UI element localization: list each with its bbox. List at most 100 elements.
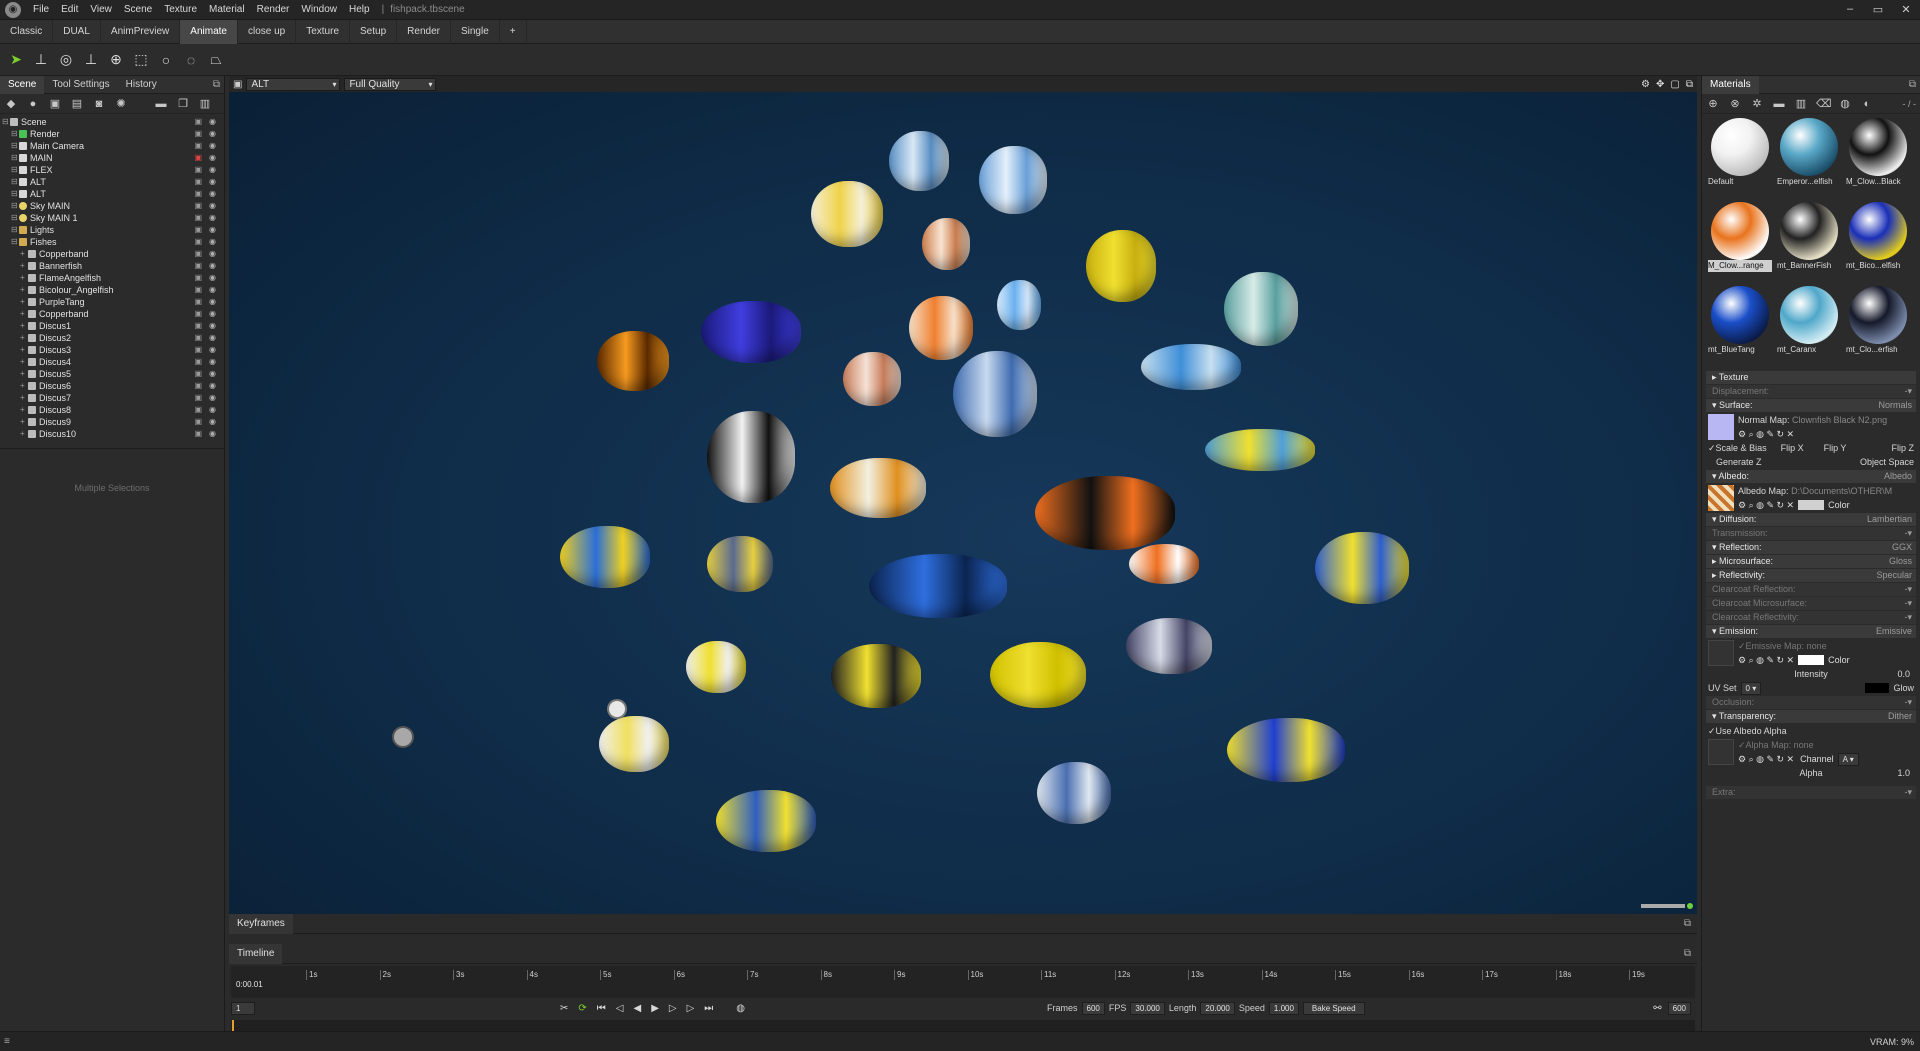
albedo-section[interactable]: ▾ Albedo: Albedo bbox=[1706, 470, 1916, 483]
lock-icon[interactable]: ▣ bbox=[194, 272, 202, 284]
viewport[interactable]: ▣ ALT Full Quality ⚙ ✥ ▢ ⧉ bbox=[229, 76, 1697, 914]
lock-icon[interactable]: ▣ bbox=[194, 128, 202, 140]
visibility-icon[interactable]: ◉ bbox=[209, 224, 216, 236]
fish-model[interactable] bbox=[597, 331, 669, 391]
fish-model[interactable] bbox=[843, 352, 901, 406]
expand-icon[interactable]: ⊟ bbox=[11, 224, 19, 236]
object-space-checkbox[interactable]: Object Space bbox=[1860, 455, 1914, 469]
lock-icon[interactable]: ▣ bbox=[194, 332, 202, 344]
fish-model[interactable] bbox=[707, 536, 773, 592]
fish-model[interactable] bbox=[707, 411, 795, 503]
viewport-slider[interactable] bbox=[1641, 904, 1685, 908]
next-key-icon[interactable]: ▷ bbox=[687, 1003, 695, 1014]
first-frame-icon[interactable]: ⏮ bbox=[597, 1003, 606, 1014]
speed-dial-icon[interactable]: ◍ bbox=[736, 1003, 745, 1014]
uv-set-dropdown[interactable]: 0 ▾ bbox=[1740, 681, 1762, 695]
visibility-icon[interactable]: ◉ bbox=[209, 116, 216, 128]
tree-item[interactable]: ⊟ ALT ▣ ◉ bbox=[0, 188, 224, 200]
lock-icon[interactable]: ▣ bbox=[194, 152, 202, 164]
menu-help[interactable]: Help bbox=[343, 4, 376, 15]
fish-model[interactable] bbox=[1035, 476, 1175, 550]
add-object-icon[interactable]: ◆ bbox=[4, 98, 18, 110]
material-thumbnail[interactable]: Emperor...elfish bbox=[1777, 118, 1841, 198]
lock-icon[interactable]: ▣ bbox=[194, 368, 202, 380]
emission-section[interactable]: ▾ Emission: Emissive bbox=[1706, 625, 1916, 638]
reflectivity-section[interactable]: ▸ Reflectivity: Specular bbox=[1706, 569, 1916, 582]
maximize-button[interactable]: ▭ bbox=[1864, 3, 1892, 16]
lock-icon[interactable]: ▣ bbox=[194, 164, 202, 176]
light-gizmo-icon[interactable] bbox=[609, 701, 625, 717]
tab-animpreview[interactable]: AnimPreview bbox=[101, 19, 181, 44]
channel-dropdown[interactable]: A ▾ bbox=[1837, 752, 1859, 766]
lock-icon[interactable]: ▣ bbox=[194, 404, 202, 416]
frames-field[interactable]: 600 bbox=[1081, 1001, 1105, 1015]
camera-dropdown[interactable]: ALT bbox=[246, 77, 341, 91]
folder-icon[interactable]: ▬ bbox=[154, 98, 168, 110]
texture-section[interactable]: ▸ Texture bbox=[1706, 371, 1916, 384]
lock-icon[interactable]: ▣ bbox=[194, 344, 202, 356]
prev-key-icon[interactable]: ◁ bbox=[616, 1003, 624, 1014]
quality-dropdown[interactable]: Full Quality bbox=[344, 77, 437, 91]
polygon-select-icon[interactable]: ⏢ bbox=[206, 50, 226, 70]
tab-texture[interactable]: Texture bbox=[296, 19, 351, 44]
expand-icon[interactable]: + bbox=[20, 392, 28, 404]
extra-section[interactable]: Extra: -▾ bbox=[1706, 786, 1916, 799]
tree-item[interactable]: + Discus8 ▣ ◉ bbox=[0, 404, 224, 416]
menu-texture[interactable]: Texture bbox=[158, 4, 203, 15]
lock-icon[interactable]: ▣ bbox=[194, 380, 202, 392]
cut-icon[interactable]: ✂ bbox=[560, 1003, 568, 1014]
tab-animate[interactable]: Animate bbox=[180, 19, 238, 44]
expand-icon[interactable]: + bbox=[20, 272, 28, 284]
scale-tool-icon[interactable]: ⊥ bbox=[81, 50, 101, 70]
lock-icon[interactable]: ▣ bbox=[194, 200, 202, 212]
speed-field[interactable]: 1.000 bbox=[1268, 1001, 1299, 1015]
expand-icon[interactable]: + bbox=[20, 296, 28, 308]
clearcoat-microsurface-section[interactable]: Clearcoat Microsurface: -▾ bbox=[1706, 597, 1916, 610]
visibility-icon[interactable]: ◉ bbox=[209, 152, 216, 164]
visibility-icon[interactable]: ◉ bbox=[209, 284, 216, 296]
glow-color-swatch[interactable] bbox=[1865, 683, 1890, 693]
prev-frame-icon[interactable]: ◀ bbox=[633, 1003, 641, 1014]
fish-model[interactable] bbox=[811, 181, 883, 247]
lock-icon[interactable]: ▣ bbox=[194, 116, 202, 128]
menu-window[interactable]: Window bbox=[295, 4, 343, 15]
visibility-icon[interactable]: ◉ bbox=[209, 404, 216, 416]
timeline-ruler[interactable]: 0:00.01 1s 2s 3s 4s 5s 6s 7s 8s 9s 10s 11s 12s 13s 14… bbox=[231, 966, 1695, 998]
lock-icon[interactable]: ▣ bbox=[194, 284, 202, 296]
expand-icon[interactable]: ⊟ bbox=[11, 200, 19, 212]
visibility-icon[interactable]: ◉ bbox=[209, 416, 216, 428]
add-tab-button[interactable]: + bbox=[500, 19, 527, 44]
expand-icon[interactable]: ⊟ bbox=[11, 188, 19, 200]
fish-model[interactable] bbox=[1129, 544, 1199, 584]
visibility-icon[interactable]: ◉ bbox=[209, 356, 216, 368]
play-icon[interactable]: ▶ bbox=[651, 1003, 659, 1014]
expand-icon[interactable]: ⊟ bbox=[11, 152, 19, 164]
lock-icon[interactable]: ▣ bbox=[194, 188, 202, 200]
box-select-icon[interactable]: ⬚ bbox=[131, 50, 151, 70]
status-menu-icon[interactable]: ≡ bbox=[4, 1036, 10, 1047]
tab-timeline[interactable]: Timeline bbox=[229, 943, 283, 964]
tree-item[interactable]: + Bicolour_Angelfish ▣ ◉ bbox=[0, 284, 224, 296]
fish-model[interactable] bbox=[701, 301, 801, 363]
material-thumbnail[interactable]: M_Clow...range bbox=[1708, 202, 1772, 282]
material-folder-icon[interactable]: ▬ bbox=[1772, 98, 1786, 110]
tab-dual[interactable]: DUAL bbox=[53, 19, 101, 44]
visibility-icon[interactable]: ◉ bbox=[209, 248, 216, 260]
select-tool-icon[interactable]: ➤ bbox=[6, 50, 26, 70]
material-thumbnail[interactable]: mt_Clo...erfish bbox=[1846, 286, 1910, 366]
intensity-row[interactable]: Intensity 0.0 bbox=[1708, 667, 1914, 681]
add-shadow-icon[interactable]: ◙ bbox=[92, 98, 106, 110]
transform-tool-icon[interactable]: ⊕ bbox=[106, 50, 126, 70]
tab-materials[interactable]: Materials bbox=[1702, 75, 1759, 94]
delete-icon[interactable]: ▥ bbox=[198, 98, 212, 110]
visibility-icon[interactable]: ◉ bbox=[209, 428, 216, 440]
menu-file[interactable]: File bbox=[27, 4, 55, 15]
visibility-icon[interactable]: ◉ bbox=[209, 308, 216, 320]
expand-icon[interactable]: ⊟ bbox=[11, 212, 19, 224]
fps-field[interactable]: 30.000 bbox=[1130, 1001, 1165, 1015]
fish-model[interactable] bbox=[979, 146, 1047, 214]
fish-model[interactable] bbox=[889, 131, 949, 191]
lock-icon[interactable]: ▣ bbox=[194, 296, 202, 308]
viewport-settings-icon[interactable]: ⚙ bbox=[1641, 79, 1650, 90]
expand-icon[interactable]: + bbox=[20, 248, 28, 260]
